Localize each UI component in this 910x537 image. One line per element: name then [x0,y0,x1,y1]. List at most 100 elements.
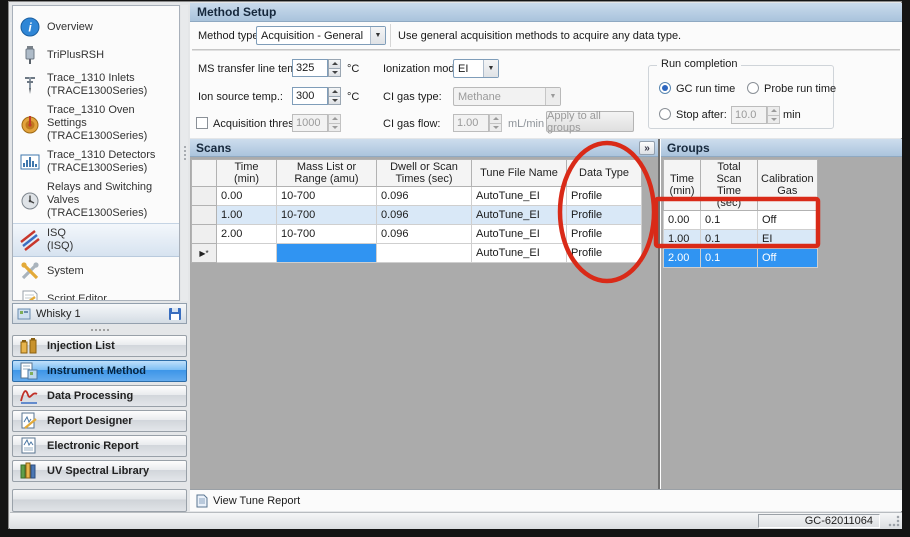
new-row-indicator[interactable]: ▶* [192,244,217,263]
electronic-report-icon [19,437,39,455]
probe-run-time-label: Probe run time [764,83,836,95]
sidebar-splitter[interactable] [181,5,188,301]
spinner-arrows [328,114,341,132]
nav-empty-button [12,489,187,512]
sidebar-horizontal-splitter[interactable] [12,326,187,333]
col-dwell[interactable]: Dwell or Scan Times (sec) [377,160,472,187]
col-total-scan-time[interactable]: Total Scan Time (sec) [701,160,758,211]
sidebar-item-triplusrsh[interactable]: TriPlusRSH [13,41,179,69]
groups-panel-header: Groups [661,139,902,157]
sidebar-item-label: Script Editor [47,293,107,302]
method-setup-title: Method Setup [190,3,902,22]
selected-cell[interactable] [277,244,377,263]
ci-gas-flow-spinner: 1.00 [453,114,502,132]
oven-icon [19,113,41,135]
save-icon[interactable] [168,307,182,321]
col-time[interactable]: Time (min) [217,160,277,187]
gc-run-time-radio[interactable] [659,82,671,94]
stop-after-radio[interactable] [659,108,671,120]
ci-gas-type-dropdown: Methane▼ [453,87,561,106]
probe-run-time-radio[interactable] [747,82,759,94]
groups-row-selected[interactable]: 2.00 0.1 Off [664,249,818,268]
spinner-arrows[interactable] [328,87,341,105]
sidebar-item-isq[interactable]: ISQ(ISQ) [13,223,179,257]
nav-data-processing[interactable]: Data Processing [12,385,187,407]
injection-list-icon [19,337,39,355]
view-tune-report-bar: View Tune Report [190,489,902,511]
scans-row[interactable]: 1.00 10-700 0.096 AutoTune_EI Profile [192,206,642,225]
sidebar-item-label: Trace_1310 Detectors(TRACE1300Series) [47,149,155,175]
nav-label: Electronic Report [47,440,139,452]
sidebar-item-inlets[interactable]: Trace_1310 Inlets(TRACE1300Series) [13,69,179,101]
ci-gas-flow-label: CI gas flow: [383,118,440,130]
sidebar-item-script-editor[interactable]: Script Editor [13,285,179,301]
col-calibration-gas[interactable]: Calibration Gas [758,160,818,211]
view-tune-report-link[interactable]: View Tune Report [213,495,300,507]
method-name-label: Whisky 1 [36,308,163,320]
nav-label: Report Designer [47,415,133,427]
apply-to-all-groups-button[interactable]: Apply to all groups [546,111,634,132]
divider [390,24,391,47]
spinner-arrows [489,114,502,132]
scans-expand-button[interactable]: » [639,141,655,155]
nav-injection-list[interactable]: Injection List [12,335,187,357]
ion-source-temp-label: Ion source temp.: [198,91,283,103]
spinner-arrows [767,106,780,124]
scans-table: Time (min) Mass List or Range (amu) Dwel… [191,159,642,263]
method-type-label: Method type: [198,30,262,42]
document-icon [196,494,208,508]
nav-uv-spectral-library[interactable]: UV Spectral Library [12,460,187,482]
col-time[interactable]: Time (min) [664,160,701,211]
data-processing-icon [19,387,39,405]
sidebar-item-overview[interactable]: i Overview [13,13,179,41]
col-mass[interactable]: Mass List or Range (amu) [277,160,377,187]
method-setup-settings: Method type: Acquisition - General▼ Use … [190,22,902,138]
ion-source-temp-spinner[interactable]: 300 [292,87,341,105]
sidebar-item-label: System [47,265,84,278]
sidebar-item-oven-settings[interactable]: Trace_1310 Oven Settings(TRACE1300Series… [13,101,179,146]
uv-library-icon [19,462,39,480]
scans-header-row: Time (min) Mass List or Range (amu) Dwel… [192,160,642,187]
ionization-mode-dropdown[interactable]: EI▼ [453,59,499,78]
groups-row[interactable]: 0.00 0.1 Off [664,211,818,230]
instrument-module-list: i Overview TriPlusRSH Trace_1310 Inlets(… [12,5,180,301]
ms-transfer-temp-unit: °C [347,63,359,75]
nav-instrument-method[interactable]: Instrument Method [12,360,187,382]
sidebar-item-detectors[interactable]: Trace_1310 Detectors(TRACE1300Series) [13,146,179,178]
detector-icon [19,151,41,173]
ms-icon [19,229,41,251]
nav-report-designer[interactable]: Report Designer [12,410,187,432]
acquisition-threshold-checkbox[interactable] [196,117,208,129]
groups-row[interactable]: 1.00 0.1 EI [664,230,818,249]
col-datatype[interactable]: Data Type [567,160,642,187]
workspace-nav: Injection List Instrument Method Data Pr… [12,335,187,485]
script-icon [19,288,41,301]
method-type-dropdown[interactable]: Acquisition - General▼ [256,26,386,45]
nav-label: Instrument Method [47,365,146,377]
gc-run-time-label: GC run time [676,83,735,95]
scans-new-row[interactable]: ▶* AutoTune_EI Profile [192,244,642,263]
ci-gas-type-label: CI gas type: [383,91,442,103]
scans-row[interactable]: 0.00 10-700 0.096 AutoTune_EI Profile [192,187,642,206]
relays-icon [19,190,41,212]
col-tune[interactable]: Tune File Name [472,160,567,187]
groups-header-row: Time (min) Total Scan Time (sec) Calibra… [664,160,818,211]
method-name-bar[interactable]: Whisky 1 [12,303,187,324]
nav-electronic-report[interactable]: Electronic Report [12,435,187,457]
ms-transfer-temp-spinner[interactable]: 325 [292,59,341,77]
sidebar-item-relays-valves[interactable]: Relays and Switching Valves(TRACE1300Ser… [13,178,179,223]
ionization-mode-label: Ionization mode: [383,63,464,75]
resize-grip[interactable] [888,515,900,527]
chevron-down-icon: ▼ [483,60,498,77]
autosampler-icon [19,44,41,66]
acquisition-threshold-spinner: 1000 [292,114,341,132]
ion-source-temp-unit: °C [347,91,359,103]
status-bar: GC-62011064 [10,512,902,529]
sidebar-item-system[interactable]: System [13,257,179,285]
scans-row[interactable]: 2.00 10-700 0.096 AutoTune_EI Profile [192,225,642,244]
instrument-icon [17,307,31,321]
scans-panel-header: Scans » [190,139,658,157]
spinner-arrows[interactable] [328,59,341,77]
panel-divider[interactable] [658,139,661,489]
window-body: i Overview TriPlusRSH Trace_1310 Inlets(… [8,1,902,529]
